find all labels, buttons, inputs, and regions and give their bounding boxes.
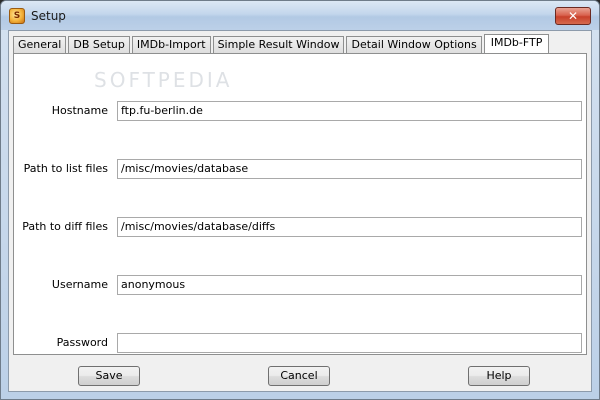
path-list-label: Path to list files: [23, 162, 108, 175]
tab-general[interactable]: General: [13, 36, 67, 53]
hostname-label: Hostname: [51, 104, 108, 117]
password-label: Password: [56, 336, 108, 349]
tab-strip: General DB Setup IMDb-Import Simple Resu…: [13, 33, 551, 54]
password-field[interactable]: [117, 333, 582, 353]
tab-detail-window-options[interactable]: Detail Window Options: [346, 36, 482, 53]
path-list-row: Path to list files /misc/movies/database: [14, 159, 586, 179]
username-row: Username anonymous: [14, 275, 586, 295]
button-bar: Save Cancel Help: [9, 357, 591, 391]
password-row: Password: [14, 333, 586, 353]
tab-imdb-ftp[interactable]: IMDb-FTP: [483, 34, 550, 54]
cancel-button[interactable]: Cancel: [268, 366, 330, 386]
close-icon: ✕: [567, 9, 579, 23]
path-list-field[interactable]: /misc/movies/database: [117, 159, 582, 179]
imdb-ftp-panel: SOFTPEDIA Hostname ftp.fu-berlin.de Path…: [13, 53, 587, 355]
title-bar[interactable]: S Setup ✕: [1, 1, 599, 30]
help-button[interactable]: Help: [468, 366, 530, 386]
dialog-client-area: General DB Setup IMDb-Import Simple Resu…: [8, 30, 592, 392]
save-button[interactable]: Save: [78, 366, 140, 386]
path-diff-field[interactable]: /misc/movies/database/diffs: [117, 217, 582, 237]
watermark: SOFTPEDIA: [94, 68, 233, 92]
hostname-field[interactable]: ftp.fu-berlin.de: [117, 101, 582, 121]
setup-window: S Setup ✕ General DB Setup IMDb-Import S…: [0, 0, 600, 400]
path-diff-row: Path to diff files /misc/movies/database…: [14, 217, 586, 237]
hostname-row: Hostname ftp.fu-berlin.de: [14, 101, 586, 121]
tab-imdb-import[interactable]: IMDb-Import: [131, 36, 211, 53]
path-diff-label: Path to diff files: [22, 220, 108, 233]
close-button[interactable]: ✕: [555, 7, 591, 25]
tab-simple-result-window[interactable]: Simple Result Window: [212, 36, 345, 53]
username-field[interactable]: anonymous: [117, 275, 582, 295]
tab-db-setup[interactable]: DB Setup: [68, 36, 130, 53]
app-icon: S: [9, 8, 25, 24]
username-label: Username: [51, 278, 108, 291]
window-title: Setup: [31, 9, 66, 23]
